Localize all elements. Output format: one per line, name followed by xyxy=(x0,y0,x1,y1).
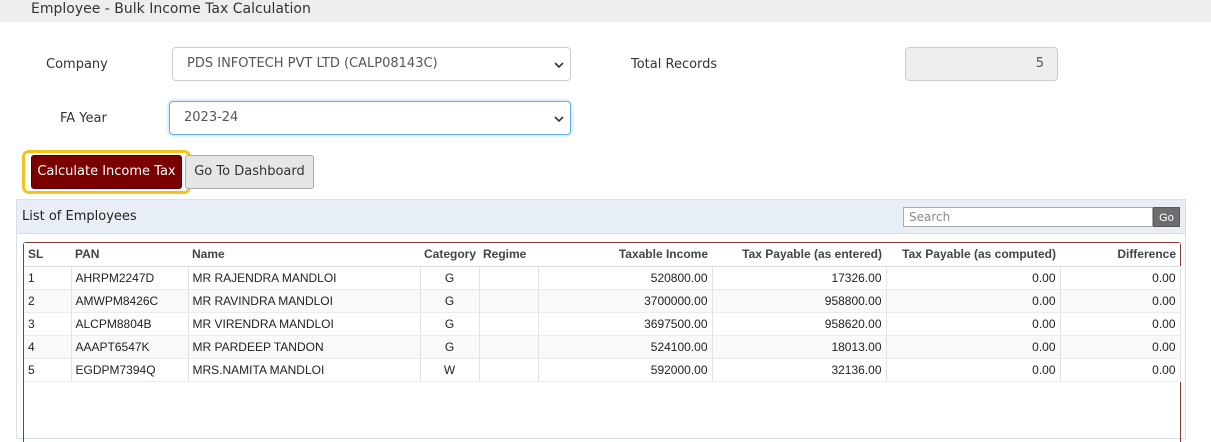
cell-difference: 0.00 xyxy=(1060,335,1181,359)
cell-pan: ALCPM8804B xyxy=(71,312,189,336)
cell-name: MR VIRENDRA MANDLOI xyxy=(188,312,421,336)
cell-tax-payable-entered: 17326.00 xyxy=(712,266,887,290)
cell-category: G xyxy=(420,335,480,359)
cell-taxable-income: 3700000.00 xyxy=(538,289,713,313)
cell-name: MRS.NAMITA MANDLOI xyxy=(188,358,421,382)
employees-grid: SL PAN Name Category Regime Taxable Inco… xyxy=(23,242,1181,442)
fa-year-select-value: 2023-24 xyxy=(184,110,239,125)
cell-regime xyxy=(479,266,539,290)
cell-sl: 5 xyxy=(24,358,72,382)
title-bar: Employee - Bulk Income Tax Calculation xyxy=(0,0,1211,22)
col-pan[interactable]: PAN xyxy=(71,243,188,267)
page-title: Employee - Bulk Income Tax Calculation xyxy=(31,1,311,17)
total-records-field: 5 xyxy=(905,47,1058,81)
cell-tax-payable-entered: 32136.00 xyxy=(712,358,887,382)
table-header-row: SL PAN Name Category Regime Taxable Inco… xyxy=(24,243,1180,267)
cell-pan: EGDPM7394Q xyxy=(71,358,189,382)
cell-sl: 2 xyxy=(24,289,72,313)
cell-taxable-income: 520800.00 xyxy=(538,266,713,290)
cell-name: MR PARDEEP TANDON xyxy=(188,335,421,359)
cell-taxable-income: 3697500.00 xyxy=(538,312,713,336)
cell-tax-payable-computed: 0.00 xyxy=(886,335,1061,359)
panel-header: List of Employees Search Go xyxy=(17,200,1185,234)
cell-name: MR RAJENDRA MANDLOI xyxy=(188,266,421,290)
table-row[interactable]: 1 AHRPM2247D MR RAJENDRA MANDLOI G 52080… xyxy=(24,266,1181,290)
col-category[interactable]: Category xyxy=(420,243,479,267)
col-taxable-income[interactable]: Taxable Income xyxy=(538,243,712,267)
cell-name: MR RAVINDRA MANDLOI xyxy=(188,289,421,313)
search-input[interactable]: Search xyxy=(903,207,1153,227)
cell-regime xyxy=(479,335,539,359)
cell-taxable-income: 524100.00 xyxy=(538,335,713,359)
cell-category: G xyxy=(420,266,480,290)
calculate-income-tax-button[interactable]: Calculate Income Tax xyxy=(31,155,182,189)
col-tax-payable-computed[interactable]: Tax Payable (as computed) xyxy=(886,243,1060,267)
table-row[interactable]: 3 ALCPM8804B MR VIRENDRA MANDLOI G 36975… xyxy=(24,312,1181,336)
cell-pan: AAAPT6547K xyxy=(71,335,189,359)
cell-category: G xyxy=(420,289,480,313)
cell-tax-payable-entered: 958620.00 xyxy=(712,312,887,336)
employees-panel: List of Employees Search Go SL PAN Name … xyxy=(16,199,1186,442)
cell-sl: 3 xyxy=(24,312,72,336)
chevron-down-icon xyxy=(554,62,564,69)
cell-pan: AHRPM2247D xyxy=(71,266,189,290)
cell-regime xyxy=(479,358,539,382)
company-label: Company xyxy=(46,57,108,72)
cell-pan: AMWPM8426C xyxy=(71,289,189,313)
col-sl[interactable]: SL xyxy=(24,243,71,267)
cell-tax-payable-entered: 958800.00 xyxy=(712,289,887,313)
col-regime[interactable]: Regime xyxy=(479,243,538,267)
go-to-dashboard-button[interactable]: Go To Dashboard xyxy=(185,155,314,189)
table-row[interactable]: 5 EGDPM7394Q MRS.NAMITA MANDLOI W 592000… xyxy=(24,358,1181,382)
cell-difference: 0.00 xyxy=(1060,358,1181,382)
cell-tax-payable-computed: 0.00 xyxy=(886,312,1061,336)
cell-taxable-income: 592000.00 xyxy=(538,358,713,382)
fa-year-select[interactable]: 2023-24 xyxy=(169,101,571,135)
col-name[interactable]: Name xyxy=(188,243,420,267)
cell-category: G xyxy=(420,312,480,336)
cell-difference: 0.00 xyxy=(1060,266,1181,290)
company-select[interactable]: PDS INFOTECH PVT LTD (CALP08143C) xyxy=(172,47,571,81)
cell-tax-payable-computed: 0.00 xyxy=(886,289,1061,313)
table-row[interactable]: 2 AMWPM8426C MR RAVINDRA MANDLOI G 37000… xyxy=(24,289,1181,313)
col-difference[interactable]: Difference xyxy=(1060,243,1180,267)
cell-category: W xyxy=(420,358,480,382)
cell-difference: 0.00 xyxy=(1060,312,1181,336)
cell-tax-payable-computed: 0.00 xyxy=(886,266,1061,290)
panel-title: List of Employees xyxy=(22,209,137,224)
go-button[interactable]: Go xyxy=(1153,207,1180,227)
cell-tax-payable-entered: 18013.00 xyxy=(712,335,887,359)
cell-sl: 1 xyxy=(24,266,72,290)
chevron-down-icon xyxy=(554,116,564,123)
cell-sl: 4 xyxy=(24,335,72,359)
table-row[interactable]: 4 AAAPT6547K MR PARDEEP TANDON G 524100.… xyxy=(24,335,1181,359)
cell-regime xyxy=(479,289,539,313)
col-tax-payable-entered[interactable]: Tax Payable (as entered) xyxy=(712,243,886,267)
cell-tax-payable-computed: 0.00 xyxy=(886,358,1061,382)
fa-year-label: FA Year xyxy=(60,111,107,126)
cell-regime xyxy=(479,312,539,336)
cell-difference: 0.00 xyxy=(1060,289,1181,313)
employees-table: SL PAN Name Category Regime Taxable Inco… xyxy=(24,243,1181,382)
company-select-value: PDS INFOTECH PVT LTD (CALP08143C) xyxy=(187,56,438,71)
total-records-label: Total Records xyxy=(631,57,718,72)
